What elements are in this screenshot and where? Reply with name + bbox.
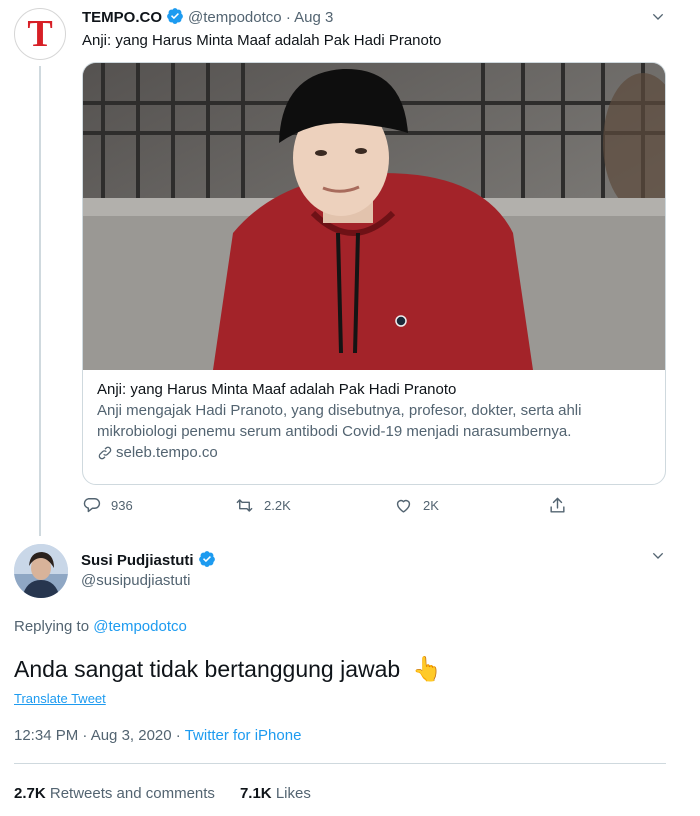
tweet1-text: Anji: yang Harus Minta Maaf adalah Pak H… (82, 32, 442, 49)
replying-prefix: Replying to (14, 618, 90, 635)
retweet-icon (236, 499, 253, 512)
chevron-down-icon[interactable] (650, 9, 666, 25)
tweet2-display-name[interactable]: Susi Pudjiastuti (81, 552, 194, 569)
susi-avatar[interactable] (14, 544, 68, 598)
tweet1-action-bar: 936 2.2K 2K (82, 496, 642, 520)
card-image (83, 63, 665, 370)
reply-icon (83, 498, 101, 513)
thread-connector (39, 66, 41, 536)
card-meta: Anji: yang Harus Minta Maaf adalah Pak H… (97, 379, 657, 463)
tweet1-header: TEMPO.CO @tempodotco · Aug 3 (82, 7, 333, 26)
tweet1-date[interactable]: Aug 3 (294, 9, 333, 26)
avatar-letter: T (27, 13, 53, 55)
verified-badge-icon (167, 8, 183, 24)
heart-icon (396, 499, 411, 513)
retweets-count: 2.7K (14, 785, 46, 802)
replying-to: Replying to @tempodotco (14, 618, 187, 635)
tweet2-source[interactable]: Twitter for iPhone (185, 727, 302, 744)
card-title: Anji: yang Harus Minta Maaf adalah Pak H… (97, 381, 457, 398)
card-domain-row: seleb.tempo.co (97, 442, 657, 463)
retweets-label: Retweets and comments (49, 785, 215, 802)
tweet2-stats: 2.7K Retweets and comments 7.1K Likes (14, 785, 311, 802)
tweet2-text: Anda sangat tidak bertanggung jawab (14, 656, 401, 682)
link-card[interactable]: Anji: yang Harus Minta Maaf adalah Pak H… (82, 62, 666, 485)
tempo-avatar[interactable]: T (14, 8, 66, 60)
retweets-stat[interactable]: 2.7K Retweets and comments (14, 785, 215, 802)
chevron-down-icon[interactable] (650, 548, 666, 564)
like-count: 2K (423, 498, 439, 513)
translate-tweet-link[interactable]: Translate Tweet (14, 691, 106, 706)
retweet-button[interactable]: 2.2K (235, 496, 291, 515)
share-button[interactable] (548, 496, 567, 515)
reply-button[interactable]: 936 (82, 496, 133, 515)
replying-to-link[interactable]: @tempodotco (93, 618, 187, 635)
dot-separator: · (285, 9, 291, 26)
pointing-up-emoji: 👆 (412, 656, 443, 683)
tweet2-text-row: Anda sangat tidak bertanggung jawab 👆 (14, 655, 442, 684)
card-domain: seleb.tempo.co (116, 444, 218, 461)
reply-count: 936 (111, 498, 133, 513)
tweet2-timestamp-row: 12:34 PM · Aug 3, 2020 · Twitter for iPh… (14, 727, 301, 744)
tweet2-handle[interactable]: @susipudjiastuti (81, 572, 190, 589)
likes-stat[interactable]: 7.1K Likes (240, 785, 311, 802)
divider (14, 763, 666, 764)
share-icon (550, 497, 565, 513)
tweet1-display-name[interactable]: TEMPO.CO (82, 9, 162, 26)
link-icon (98, 446, 112, 459)
likes-label: Likes (275, 785, 311, 802)
retweet-count: 2.2K (264, 498, 291, 513)
tweet2-time[interactable]: 12:34 PM · Aug 3, 2020 · (14, 727, 181, 744)
card-description: Anji mengajak Hadi Pranoto, yang disebut… (97, 402, 582, 440)
like-button[interactable]: 2K (394, 496, 439, 515)
tweet1-handle[interactable]: @tempodotco (188, 9, 282, 26)
tweet2-header: Susi Pudjiastuti (81, 550, 220, 569)
verified-badge-icon (198, 551, 215, 567)
likes-count: 7.1K (239, 785, 272, 802)
